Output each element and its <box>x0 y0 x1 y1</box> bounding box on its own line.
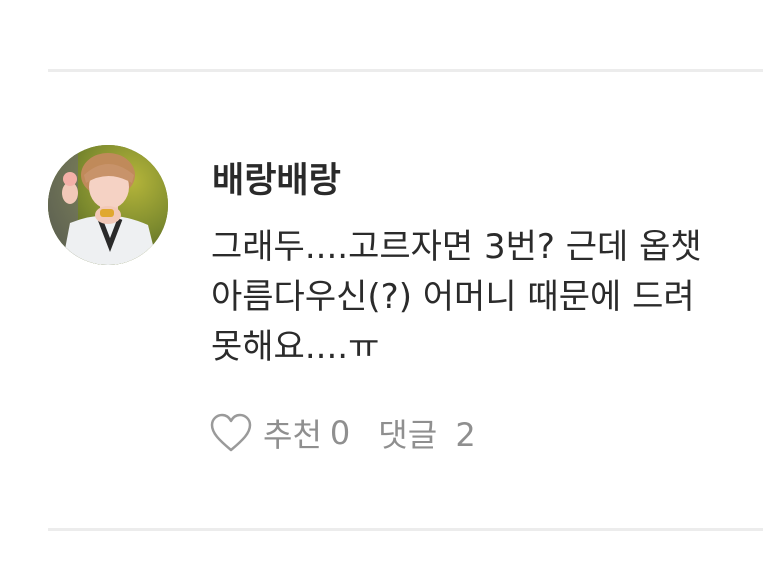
reply-button[interactable]: 댓글 2 <box>378 410 475 456</box>
comment-author[interactable]: 배랑배랑 <box>212 152 341 203</box>
bottom-divider <box>48 528 763 531</box>
reply-count: 2 <box>455 416 476 454</box>
comment-line: 아름다우신(?) 어머니 때문에 드려 <box>211 277 695 317</box>
like-count: 0 <box>329 414 351 452</box>
like-label: 추천 <box>263 416 322 454</box>
like-button[interactable]: 추천 0 <box>209 410 350 456</box>
comment-line: 그래두....고르자면 3번? 근데 옵챗 <box>211 227 702 267</box>
reply-label: 댓글 <box>378 416 438 454</box>
top-divider <box>48 69 763 72</box>
comment-page: 배랑배랑 그래두....고르자면 3번? 근데 옵챗 아름다우신(?) 어머니 … <box>0 0 763 572</box>
comment-line: 못해요....ㅠ <box>211 327 380 367</box>
avatar[interactable] <box>48 145 168 265</box>
heart-outline-icon <box>210 413 252 452</box>
comment-body: 그래두....고르자면 3번? 근데 옵챗 아름다우신(?) 어머니 때문에 드… <box>211 222 763 372</box>
user-avatar-photo <box>48 145 168 265</box>
comment-actions: 추천 0 댓글 2 <box>209 410 476 456</box>
